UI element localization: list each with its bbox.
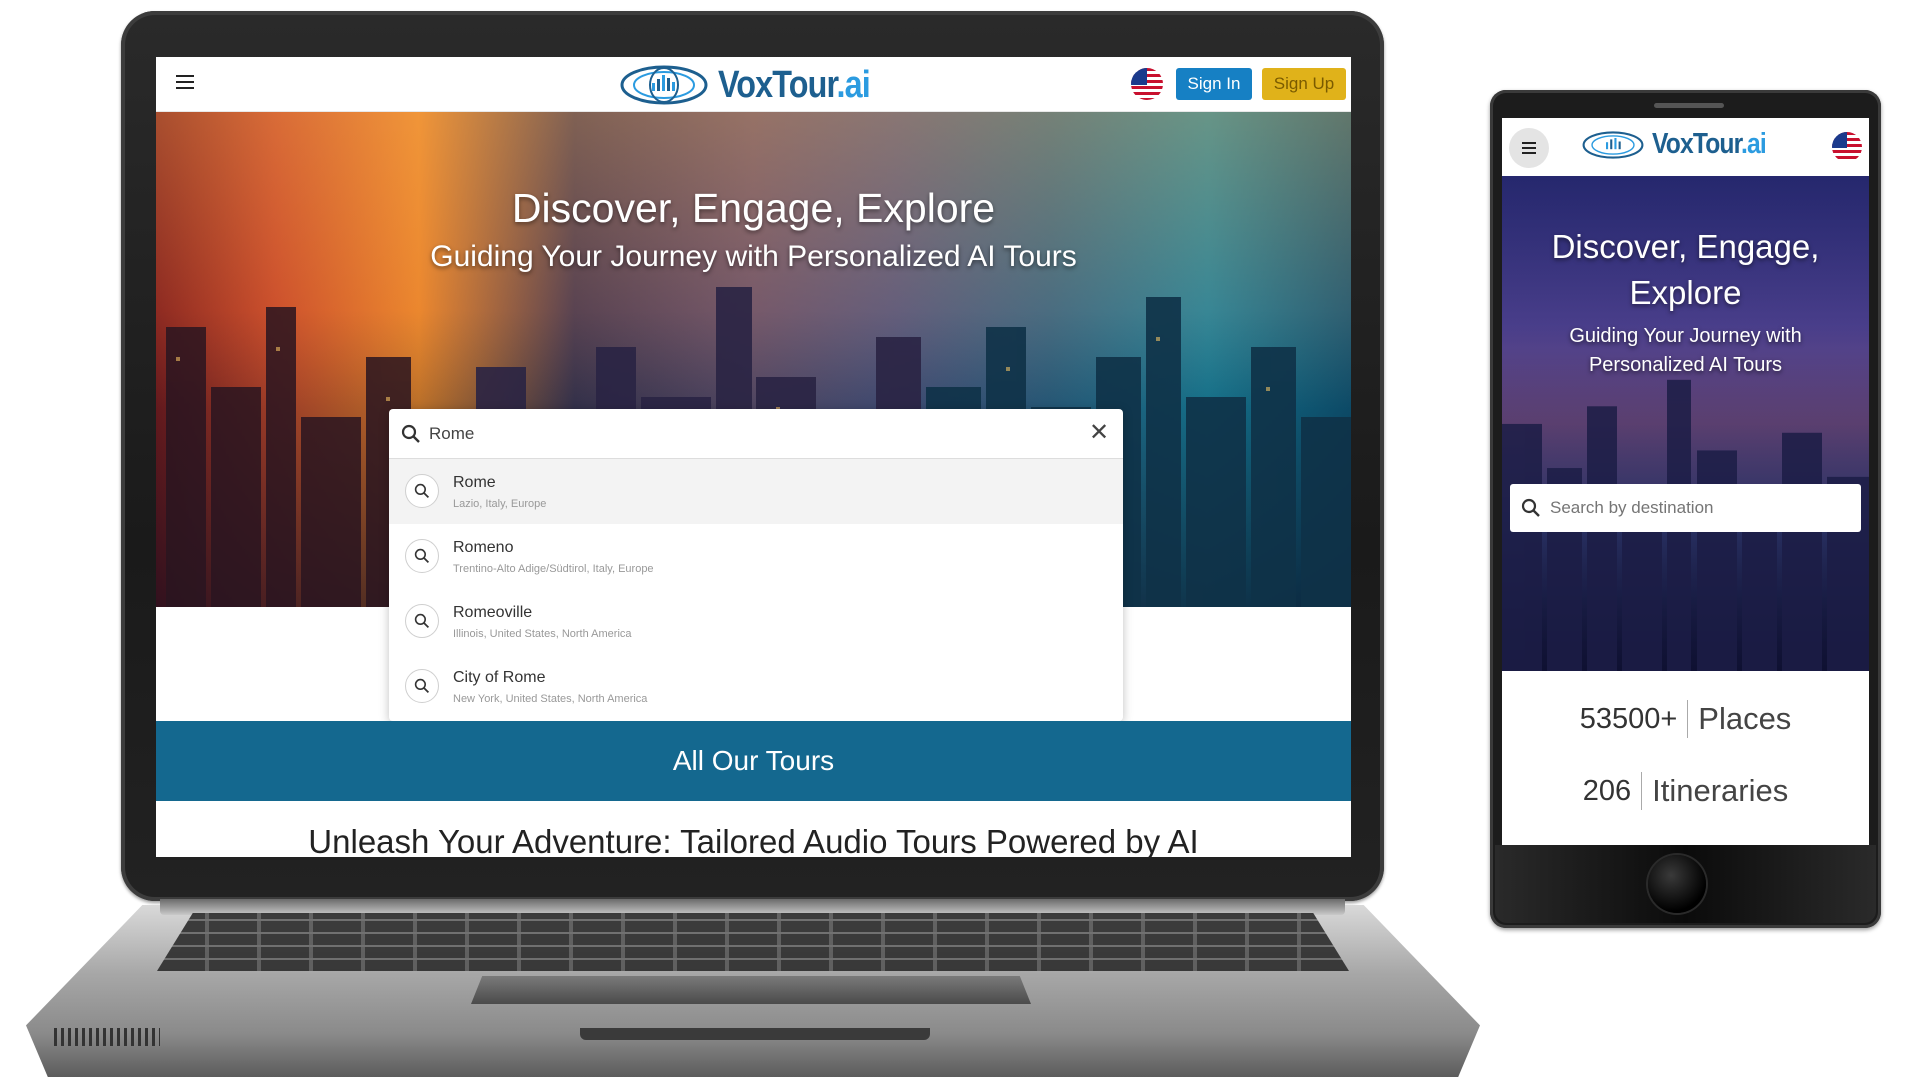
search-input[interactable]: [429, 421, 1049, 447]
brand-wordmark: VoxTour.ai: [718, 63, 871, 106]
phone-home-button: [1648, 855, 1706, 913]
sign-in-button[interactable]: Sign In: [1176, 68, 1252, 100]
result-location: Illinois, United States, North America: [453, 628, 632, 640]
stat-itineraries: 206 Itineraries: [1502, 772, 1869, 810]
hamburger-menu-icon[interactable]: [176, 75, 194, 91]
result-location: Lazio, Italy, Europe: [453, 498, 547, 510]
device-mockup-scene: VoxTour.ai Sign In Sign Up Discover, Eng…: [0, 0, 1919, 1080]
stat-value: 53500+: [1579, 702, 1678, 735]
mobile-navbar: VoxTour.ai: [1502, 118, 1869, 176]
hero-subtitle: Guiding Your Journey with Personalized A…: [1569, 325, 1802, 376]
all-tours-banner[interactable]: All Our Tours: [156, 721, 1351, 801]
search-icon: [405, 539, 439, 573]
stat-label: Places: [1698, 701, 1792, 736]
hero-title: Discover, Engage, Explore: [1551, 228, 1820, 311]
result-name: Romeno: [453, 539, 514, 556]
stat-label: Itineraries: [1652, 773, 1789, 808]
hero-subtitle: Guiding Your Journey with Personalized A…: [430, 240, 1077, 273]
hamburger-menu-icon[interactable]: [1509, 128, 1549, 168]
search-field: ✕: [389, 409, 1123, 459]
search-result-item[interactable]: Romeoville Illinois, United States, North…: [389, 589, 1123, 654]
brand-wordmark: VoxTour.ai: [1652, 128, 1767, 160]
stat-places: 53500+ Places: [1502, 700, 1869, 738]
laptop-vent: [54, 1028, 160, 1046]
laptop-front-notch: [580, 1028, 930, 1040]
laptop-hinge: [160, 899, 1345, 915]
result-location: Trentino-Alto Adige/Südtirol, Italy, Eur…: [453, 563, 654, 575]
search-icon: [405, 474, 439, 508]
section-heading: Unleash Your Adventure: Tailored Audio T…: [308, 823, 1199, 857]
search-results-list: Rome Lazio, Italy, Europe Romeno Trentino-A…: [389, 459, 1123, 719]
search-icon: [405, 669, 439, 703]
search-autocomplete: ✕ Rome Lazio, Italy, Europe Romeno Trentino…: [389, 409, 1123, 721]
search-icon: [405, 604, 439, 638]
top-navbar: VoxTour.ai Sign In Sign Up: [156, 57, 1351, 112]
result-name: Rome: [453, 474, 496, 491]
mobile-search-field: [1510, 484, 1861, 532]
hero-title: Discover, Engage, Explore: [511, 185, 996, 231]
us-flag-icon[interactable]: [1832, 132, 1862, 162]
result-name: Romeoville: [453, 604, 533, 621]
globe-logo-icon: [1582, 130, 1644, 159]
brand-logo[interactable]: VoxTour.ai: [620, 63, 897, 107]
phone-screen: VoxTour.ai Discover, Engage, Explore Gui…: [1502, 118, 1869, 845]
close-icon[interactable]: ✕: [1087, 421, 1111, 445]
search-icon: [401, 424, 420, 443]
laptop-trackpad: [471, 976, 1031, 1004]
brand-logo[interactable]: VoxTour.ai: [1582, 128, 1786, 161]
phone-speaker: [1654, 103, 1724, 108]
search-result-item[interactable]: Rome Lazio, Italy, Europe: [389, 459, 1123, 524]
search-input[interactable]: [1550, 496, 1850, 520]
search-result-item[interactable]: Romeno Trentino-Alto Adige/Südtirol, Ital…: [389, 524, 1123, 589]
mobile-hero-banner: Discover, Engage, Explore Guiding Your J…: [1502, 176, 1869, 671]
result-name: City of Rome: [453, 669, 546, 686]
stat-value: 206: [1582, 774, 1632, 807]
laptop-keyboard: [157, 913, 1349, 971]
sign-up-button[interactable]: Sign Up: [1262, 68, 1346, 100]
search-result-item[interactable]: City of Rome New York, United States, Nor…: [389, 654, 1123, 719]
globe-logo-icon: [620, 65, 708, 105]
laptop-screen: VoxTour.ai Sign In Sign Up Discover, Eng…: [156, 57, 1351, 857]
result-location: New York, United States, North America: [453, 693, 648, 705]
us-flag-icon[interactable]: [1131, 68, 1163, 100]
search-icon: [1521, 498, 1540, 517]
